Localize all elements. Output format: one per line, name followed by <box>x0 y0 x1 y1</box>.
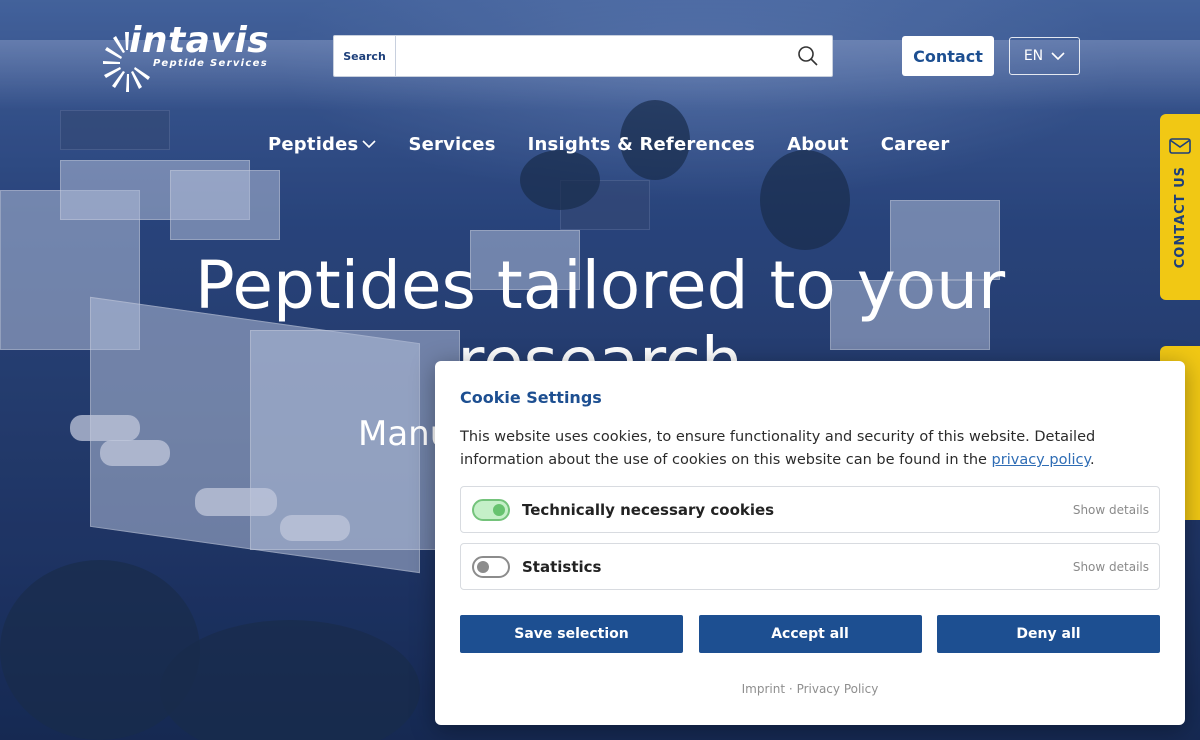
contact-us-label: CONTACT US <box>1172 166 1188 269</box>
nav-item-insights[interactable]: Insights & References <box>528 134 787 155</box>
statistics-cookies-toggle[interactable] <box>472 555 510 578</box>
intavis-logo[interactable]: intavis Peptide Services <box>103 20 270 92</box>
search-icon <box>798 46 818 66</box>
footer-separator: · <box>788 682 793 696</box>
cookie-option-necessary: Technically necessary cookies Show detai… <box>460 486 1160 533</box>
nav-item-about[interactable]: About <box>787 134 881 155</box>
cookie-dialog-footer: Imprint · Privacy Policy <box>435 682 1185 696</box>
nav-item-label: Peptides <box>268 134 359 155</box>
imprint-link[interactable]: Imprint <box>742 682 785 696</box>
deny-all-button[interactable]: Deny all <box>937 615 1160 653</box>
main-navigation: Peptides Services Insights & References … <box>268 134 981 155</box>
privacy-policy-footer-link[interactable]: Privacy Policy <box>797 682 879 696</box>
search-button[interactable] <box>784 36 832 76</box>
show-details-link[interactable]: Show details <box>1073 503 1149 517</box>
nav-item-career[interactable]: Career <box>881 134 982 155</box>
nav-item-services[interactable]: Services <box>408 134 527 155</box>
hero-title-line-1: Peptides tailored to your <box>194 247 1006 324</box>
nav-item-label: Career <box>880 134 950 155</box>
search-input[interactable] <box>396 36 784 76</box>
necessary-cookies-toggle[interactable] <box>472 498 510 521</box>
contact-us-side-tab[interactable]: CONTACT US <box>1160 114 1200 300</box>
cookie-option-label: Technically necessary cookies <box>522 500 775 519</box>
accept-all-button[interactable]: Accept all <box>698 615 922 653</box>
cookie-button-row: Save selection Accept all Deny all <box>460 615 1160 653</box>
search-label: Search <box>334 36 396 76</box>
cookie-dialog-text: This website uses cookies, to ensure fun… <box>460 426 1150 472</box>
nav-item-label: About <box>787 134 849 155</box>
privacy-policy-link[interactable]: privacy policy <box>992 452 1090 468</box>
nav-item-label: Services <box>408 134 496 155</box>
cookie-option-label: Statistics <box>522 557 602 576</box>
nav-item-peptides[interactable]: Peptides <box>268 134 408 155</box>
nav-item-label: Insights & References <box>527 134 756 155</box>
save-selection-button[interactable]: Save selection <box>460 615 683 653</box>
chevron-down-icon <box>362 140 377 149</box>
chevron-down-icon <box>1051 51 1065 60</box>
logo-wordmark: intavis <box>129 20 270 61</box>
cookie-dialog-title: Cookie Settings <box>460 388 602 407</box>
cookie-settings-dialog: Cookie Settings This website uses cookie… <box>435 361 1185 725</box>
contact-button[interactable]: Contact <box>902 36 994 76</box>
language-selector[interactable]: EN <box>1009 37 1080 75</box>
mail-icon <box>1169 138 1191 154</box>
show-details-link[interactable]: Show details <box>1073 560 1149 574</box>
search-bar: Search <box>333 35 833 77</box>
cookie-option-statistics: Statistics Show details <box>460 543 1160 590</box>
cookie-text-end: . <box>1090 452 1095 468</box>
logo-subtitle: Peptide Services <box>153 58 268 69</box>
language-label: EN <box>1023 48 1044 64</box>
